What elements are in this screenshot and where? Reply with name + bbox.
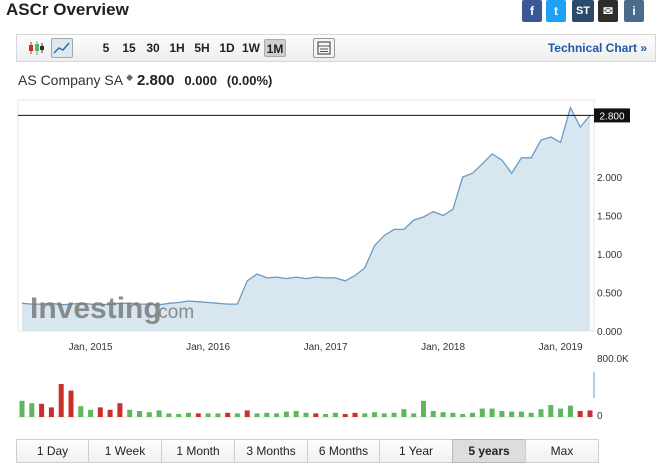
y-tick-label: 1.000	[597, 250, 622, 261]
price-chart[interactable]: Investing.com 2.800 0.000 0.500 1.000 1.500 2.…	[0, 0, 662, 438]
volume-bar	[499, 411, 505, 417]
x-tick-label: Jan, 2019	[539, 342, 583, 353]
volume-bar	[558, 408, 564, 417]
y-tick-label: 0.000	[597, 327, 622, 338]
watermark-logo: Investing	[30, 292, 162, 325]
range-6-months-button[interactable]: 6 Months	[307, 439, 380, 463]
volume-bar	[323, 414, 329, 417]
volume-bar	[450, 412, 456, 417]
volume-bar	[401, 409, 407, 417]
volume-bar	[391, 412, 397, 417]
volume-bar	[332, 412, 338, 417]
x-tick-label: Jan, 2015	[69, 342, 113, 353]
volume-bar	[195, 413, 201, 417]
volume-bar	[567, 405, 573, 417]
volume-bar	[479, 408, 485, 417]
volume-bar	[313, 413, 319, 417]
volume-bar	[362, 413, 368, 417]
range-1-day-button[interactable]: 1 Day	[16, 439, 89, 463]
volume-bar	[342, 414, 348, 417]
range-5-years-button[interactable]: 5 years	[452, 439, 526, 463]
volume-bar	[48, 407, 54, 417]
volume-bar	[78, 406, 84, 417]
time-range-selector: 1 Day 1 Week 1 Month 3 Months 6 Months 1 Year…	[16, 439, 599, 463]
volume-bar	[293, 411, 299, 417]
range-1-month-button[interactable]: 1 Month	[161, 439, 235, 463]
volume-bar	[352, 412, 358, 417]
volume-bar	[489, 408, 495, 417]
volume-bar	[548, 405, 554, 417]
x-tick-label: Jan, 2017	[304, 342, 348, 353]
volume-bar	[19, 400, 25, 417]
volume-bar	[264, 412, 270, 417]
volume-bar	[58, 384, 64, 417]
volume-bar	[176, 414, 182, 417]
volume-bar	[244, 410, 250, 417]
volume-bar	[117, 403, 123, 417]
volume-bar	[283, 411, 289, 417]
volume-bar	[528, 412, 534, 417]
volume-bar	[225, 412, 231, 417]
volume-bar	[430, 411, 436, 417]
y-tick-label: 0.500	[597, 289, 622, 300]
range-1-week-button[interactable]: 1 Week	[88, 439, 162, 463]
volume-bar	[97, 407, 103, 417]
volume-bar	[577, 411, 583, 417]
volume-bar	[107, 409, 113, 417]
range-3-months-button[interactable]: 3 Months	[234, 439, 308, 463]
volume-bar	[215, 413, 221, 417]
volume-bar	[137, 411, 142, 417]
volume-bar	[186, 412, 191, 417]
volume-bar	[166, 413, 172, 417]
y-tick-label: 1.500	[597, 212, 622, 223]
volume-bar	[440, 412, 446, 417]
range-1-year-button[interactable]: 1 Year	[379, 439, 453, 463]
volume-bar	[127, 409, 133, 417]
volume-bar	[538, 409, 544, 417]
volume-bar	[509, 411, 515, 417]
volume-bar	[411, 413, 417, 417]
volume-bar	[470, 412, 475, 417]
volume-bar	[68, 390, 74, 417]
last-price-label: 2.800	[599, 111, 624, 122]
volume-bar	[303, 412, 309, 417]
volume-bar	[205, 413, 211, 417]
volume-bar	[156, 410, 162, 417]
volume-bar	[587, 410, 593, 417]
volume-bar	[518, 411, 524, 417]
volume-bar	[381, 413, 387, 417]
volume-bar	[29, 403, 35, 417]
volume-tick-label: 800.0K	[597, 354, 629, 365]
volume-bar	[372, 412, 378, 417]
volume-tick-label: 0	[597, 411, 603, 422]
x-tick-label: Jan, 2018	[421, 342, 465, 353]
range-max-button[interactable]: Max	[525, 439, 599, 463]
y-tick-label: 2.000	[597, 173, 622, 184]
x-tick-label: Jan, 2016	[186, 342, 230, 353]
volume-bar	[421, 400, 426, 417]
volume-bar	[460, 414, 466, 417]
volume-bar	[274, 413, 280, 417]
volume-bar	[88, 409, 94, 417]
volume-bar	[146, 412, 152, 417]
watermark-suffix: .com	[153, 302, 194, 323]
volume-bar	[234, 413, 240, 417]
volume-bar	[39, 403, 45, 417]
volume-bar	[254, 413, 260, 417]
